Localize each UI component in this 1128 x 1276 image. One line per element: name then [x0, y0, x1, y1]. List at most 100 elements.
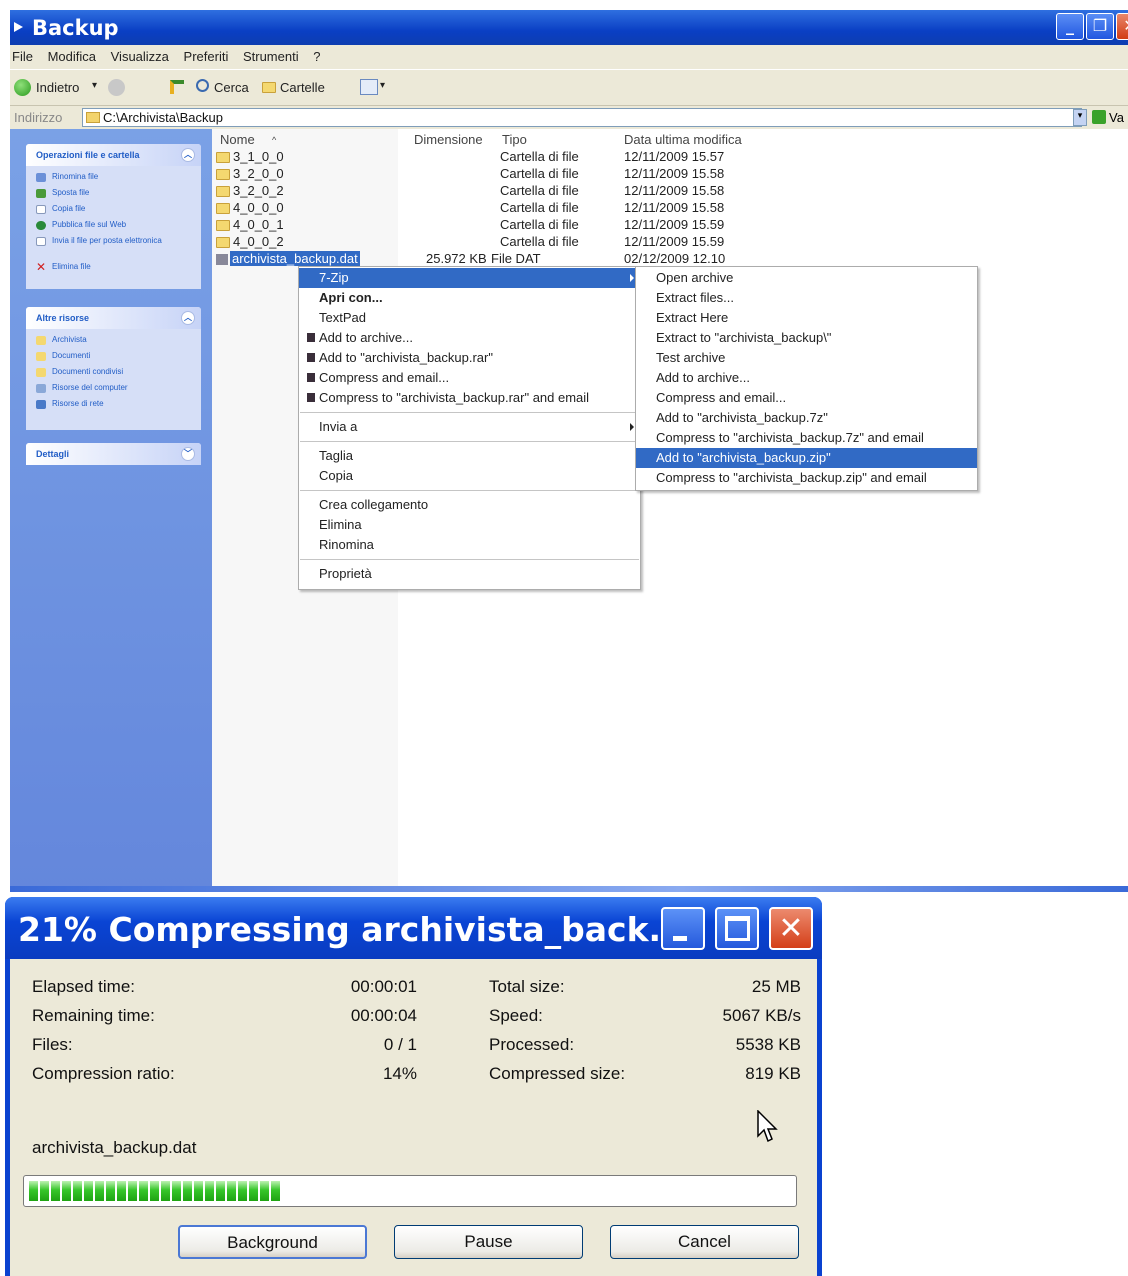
- progress-segment: [271, 1181, 280, 1201]
- dialog-minimize-button[interactable]: [661, 907, 705, 950]
- place-documenti[interactable]: Documenti: [26, 349, 201, 365]
- menu-modifica[interactable]: Modifica: [48, 49, 96, 64]
- collapse-chevron-icon[interactable]: ︿: [181, 311, 195, 325]
- place-documenti-condivisi[interactable]: Documenti condivisi: [26, 365, 201, 381]
- window-menu-icon[interactable]: [14, 22, 23, 32]
- expand-chevron-icon[interactable]: ﹀: [181, 447, 195, 461]
- folder-icon: [36, 352, 46, 361]
- address-input[interactable]: C:\Archivista\Backup: [82, 108, 1082, 127]
- collapse-chevron-icon[interactable]: ︿: [181, 148, 195, 162]
- task-rename[interactable]: Rinomina file: [26, 170, 201, 186]
- submenu-open-archive[interactable]: Open archive: [636, 268, 977, 288]
- menu-preferiti[interactable]: Preferiti: [184, 49, 229, 64]
- file-row[interactable]: 3_2_0_2 Cartella di file 12/11/2009 15.5…: [216, 183, 776, 200]
- file-name: 3_2_0_2: [233, 183, 284, 198]
- menu-item-7zip[interactable]: 7-Zip: [299, 268, 640, 288]
- menu-item-compress-email[interactable]: Compress and email...: [299, 368, 640, 388]
- back-dropdown-icon[interactable]: ▾: [92, 80, 97, 91]
- menu-bar: File Modifica Visualizza Preferiti Strum…: [10, 45, 1128, 69]
- place-risorse-rete[interactable]: Risorse di rete: [26, 397, 201, 413]
- back-arrow-icon[interactable]: [14, 79, 31, 96]
- task-email[interactable]: Invia il file per posta elettronica: [26, 234, 201, 260]
- folders-icon[interactable]: [262, 82, 276, 93]
- minimize-button[interactable]: _: [1056, 13, 1084, 40]
- menu-item-taglia[interactable]: Taglia: [299, 446, 640, 466]
- file-folder-tasks-header[interactable]: Operazioni file e cartella ︿: [26, 144, 201, 166]
- menu-item-label: Compress to "archivista_backup.rar" and …: [319, 390, 590, 405]
- menu-item-compress-rar-email[interactable]: Compress to "archivista_backup.rar" and …: [299, 388, 640, 408]
- menu-item-invia-a[interactable]: Invia a: [299, 417, 640, 437]
- menu-item-proprieta[interactable]: Proprietà: [299, 564, 640, 584]
- dialog-close-button[interactable]: ✕: [769, 907, 813, 950]
- progress-segment: [95, 1181, 104, 1201]
- menu-item-elimina[interactable]: Elimina: [299, 515, 640, 535]
- submenu-add-to-7z[interactable]: Add to "archivista_backup.7z": [636, 408, 977, 428]
- submenu-extract-here[interactable]: Extract Here: [636, 308, 977, 328]
- submenu-extract-files[interactable]: Extract files...: [636, 288, 977, 308]
- views-dropdown-icon[interactable]: ▾: [380, 80, 385, 91]
- elapsed-time-label: Elapsed time:: [32, 977, 135, 996]
- address-bar: Indirizzo C:\Archivista\Backup ▾ Va: [10, 105, 1128, 129]
- menu-item-apri-con[interactable]: Apri con...: [299, 288, 640, 308]
- menu-item-add-to-archive[interactable]: Add to archive...: [299, 328, 640, 348]
- menu-strumenti[interactable]: Strumenti: [243, 49, 299, 64]
- background-button[interactable]: Background: [178, 1225, 367, 1259]
- progress-segment: [249, 1181, 258, 1201]
- menu-file[interactable]: File: [12, 49, 33, 64]
- menu-item-label: Extract to "archivista_backup\": [656, 330, 832, 345]
- column-header-modified[interactable]: Data ultima modifica: [624, 132, 742, 147]
- folders-button[interactable]: Cartelle: [280, 80, 325, 95]
- submenu-test-archive[interactable]: Test archive: [636, 348, 977, 368]
- pause-button[interactable]: Pause: [394, 1225, 583, 1259]
- column-header-type[interactable]: Tipo: [502, 132, 527, 147]
- maximize-button[interactable]: ❐: [1086, 13, 1114, 40]
- details-header[interactable]: Dettagli ﹀: [26, 443, 201, 465]
- file-row[interactable]: 4_0_0_1 Cartella di file 12/11/2009 15.5…: [216, 217, 776, 234]
- go-button[interactable]: Va: [1109, 110, 1124, 125]
- menu-item-copia[interactable]: Copia: [299, 466, 640, 486]
- explorer-title-bar[interactable]: Backup _ ❐ ✕: [10, 10, 1128, 45]
- menu-item-rinomina[interactable]: Rinomina: [299, 535, 640, 555]
- task-copy[interactable]: Copia file: [26, 202, 201, 218]
- other-places-header[interactable]: Altre risorse ︿: [26, 307, 201, 329]
- menu-item-textpad[interactable]: TextPad: [299, 308, 640, 328]
- task-move[interactable]: Sposta file: [26, 186, 201, 202]
- search-button[interactable]: Cerca: [214, 80, 249, 95]
- task-delete[interactable]: ✕ Elimina file: [26, 260, 201, 276]
- column-header-size[interactable]: Dimensione: [414, 132, 483, 147]
- address-dropdown-icon[interactable]: ▾: [1073, 109, 1087, 126]
- progress-segment: [238, 1181, 247, 1201]
- up-folder-icon[interactable]: [170, 80, 184, 94]
- forward-arrow-icon[interactable]: [108, 79, 125, 96]
- processed-value: 5538 KB: [735, 1035, 801, 1054]
- file-row[interactable]: 3_1_0_0 Cartella di file 12/11/2009 15.5…: [216, 149, 776, 166]
- close-button[interactable]: ✕: [1116, 13, 1128, 40]
- back-button[interactable]: Indietro: [36, 80, 79, 95]
- file-row[interactable]: 3_2_0_0 Cartella di file 12/11/2009 15.5…: [216, 166, 776, 183]
- submenu-extract-to[interactable]: Extract to "archivista_backup\": [636, 328, 977, 348]
- submenu-add-to-zip[interactable]: Add to "archivista_backup.zip": [636, 448, 977, 468]
- column-header-name[interactable]: Nome: [220, 132, 255, 147]
- submenu-compress-email[interactable]: Compress and email...: [636, 388, 977, 408]
- menu-item-label: Add to "archivista_backup.zip": [656, 450, 831, 465]
- menu-separator: [300, 490, 639, 491]
- dialog-maximize-button[interactable]: [715, 907, 759, 950]
- menu-help[interactable]: ?: [313, 49, 320, 64]
- go-arrow-icon[interactable]: [1092, 110, 1106, 124]
- submenu-compress-zip-email[interactable]: Compress to "archivista_backup.zip" and …: [636, 468, 977, 488]
- views-icon[interactable]: [360, 79, 378, 95]
- menu-visualizza[interactable]: Visualizza: [111, 49, 169, 64]
- file-row[interactable]: 4_0_0_2 Cartella di file 12/11/2009 15.5…: [216, 234, 776, 251]
- file-row[interactable]: 4_0_0_0 Cartella di file 12/11/2009 15.5…: [216, 200, 776, 217]
- cancel-button[interactable]: Cancel: [610, 1225, 799, 1259]
- submenu-arrow-icon: [630, 423, 634, 431]
- task-label: Copia file: [52, 204, 86, 213]
- submenu-add-to-archive[interactable]: Add to archive...: [636, 368, 977, 388]
- place-risorse-computer[interactable]: Risorse del computer: [26, 381, 201, 397]
- place-archivista[interactable]: Archivista: [26, 333, 201, 349]
- submenu-compress-7z-email[interactable]: Compress to "archivista_backup.7z" and e…: [636, 428, 977, 448]
- menu-item-crea-collegamento[interactable]: Crea collegamento: [299, 495, 640, 515]
- menu-item-add-to-rar[interactable]: Add to "archivista_backup.rar": [299, 348, 640, 368]
- task-publish-web[interactable]: Pubblica file sul Web: [26, 218, 201, 234]
- search-icon[interactable]: [196, 79, 209, 92]
